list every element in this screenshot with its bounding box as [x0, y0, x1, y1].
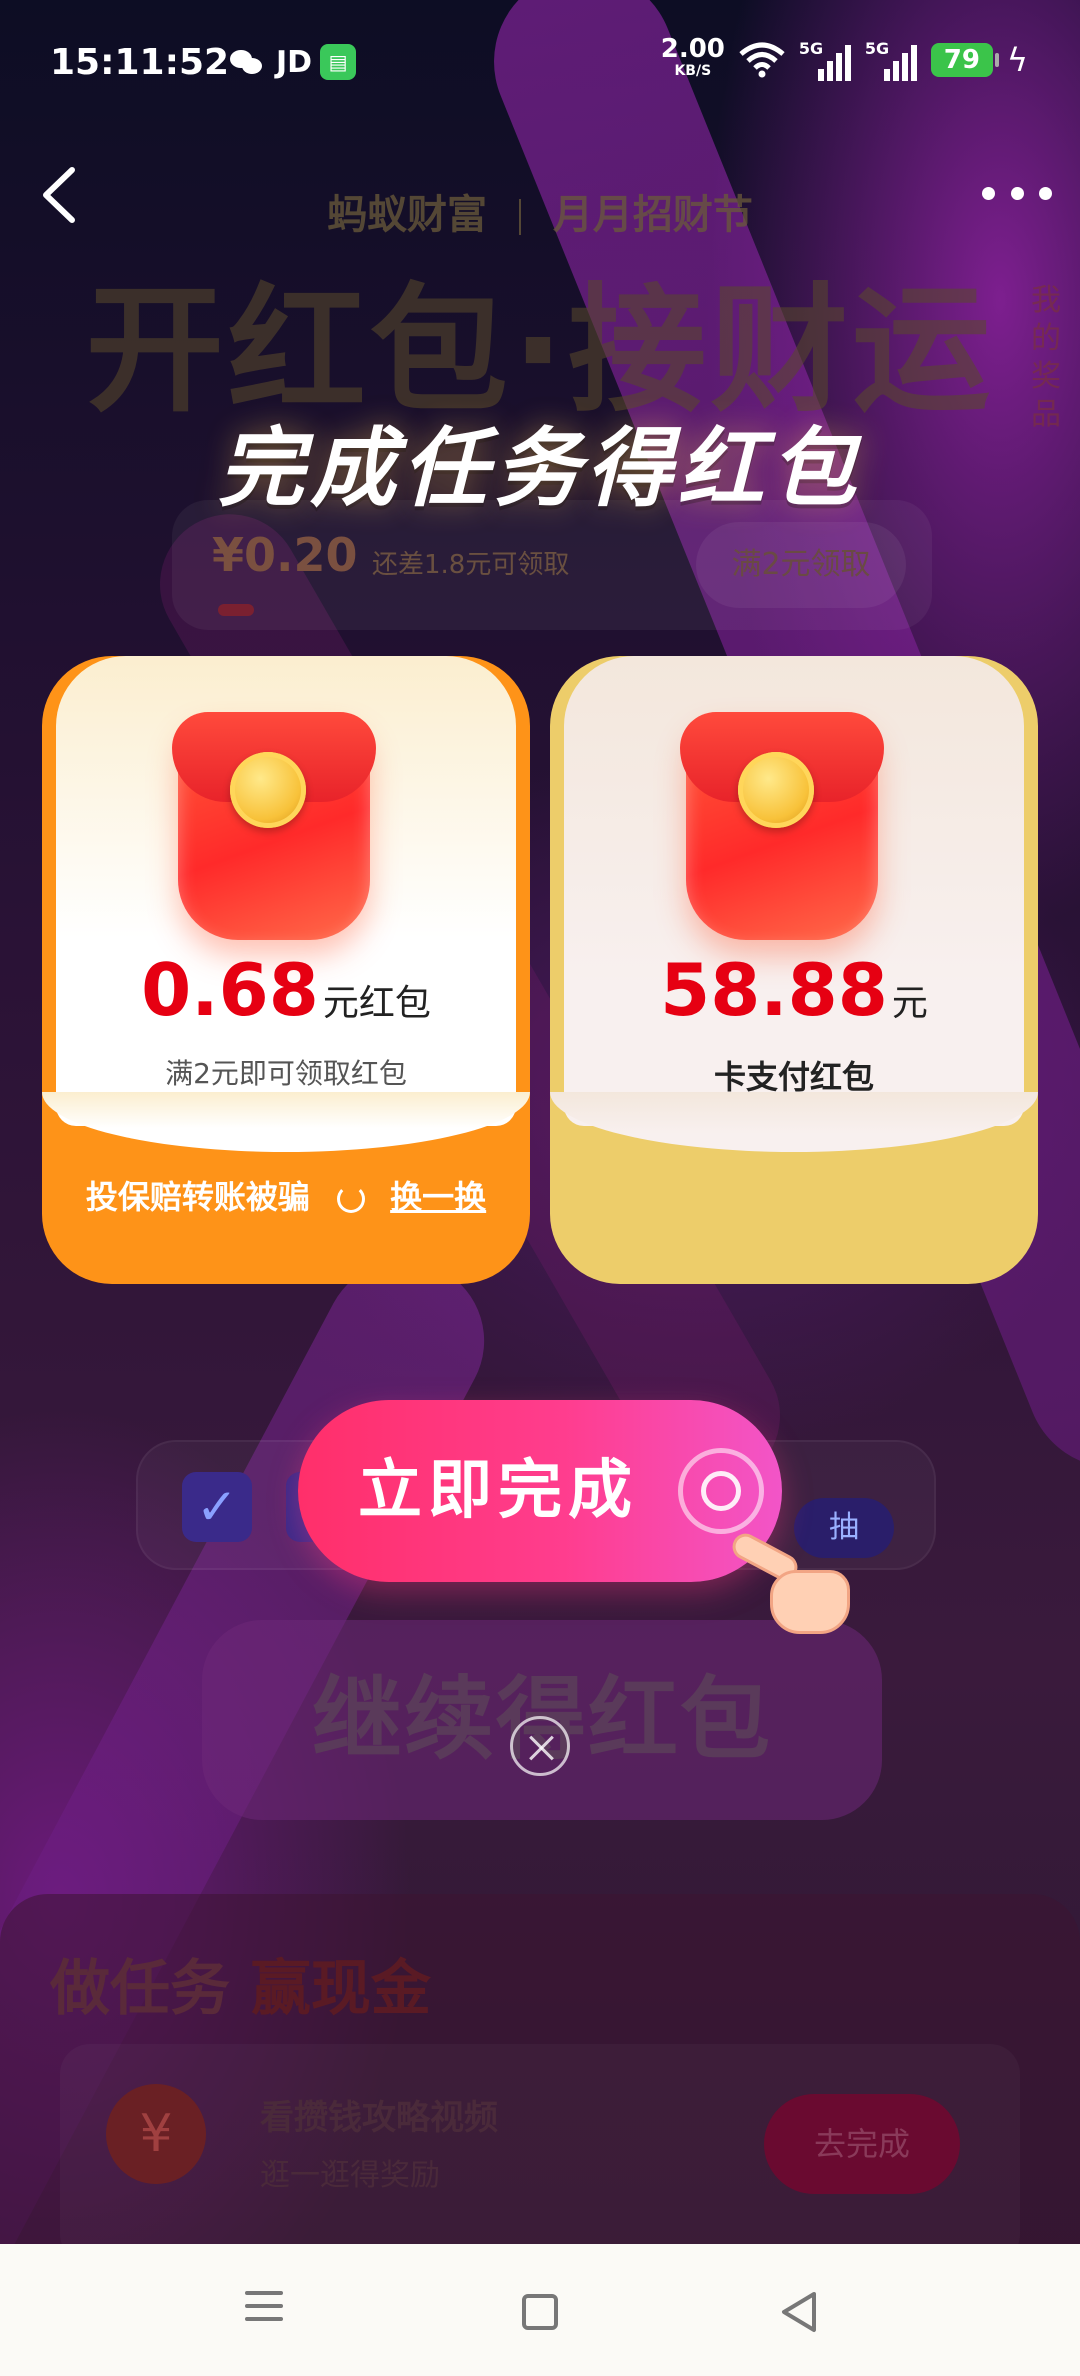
coin-icon — [738, 752, 814, 828]
home-button[interactable] — [510, 2282, 570, 2342]
wifi-icon — [739, 42, 785, 78]
reward-card-left[interactable]: 0.68 元红包 满2元即可领取红包 投保赔转账被骗 换一换 — [42, 656, 530, 1284]
close-icon[interactable] — [510, 1716, 570, 1776]
refresh-icon — [337, 1185, 365, 1213]
status-bar: 15:11:52 JD ▤ 2.00 KB/S 5G 5G 79 ϟ — [0, 0, 1080, 120]
pointing-hand-icon — [727, 1529, 860, 1646]
insurance-label: 投保赔转账被骗 — [85, 1178, 310, 1216]
coin-icon — [230, 752, 306, 828]
dot-icon — [1039, 186, 1052, 200]
brand-divider — [519, 199, 521, 235]
card-bottom-bar: 投保赔转账被骗 换一换 — [42, 1172, 530, 1218]
back-button[interactable] — [32, 160, 92, 230]
home-icon — [522, 2294, 558, 2330]
system-back-button[interactable] — [770, 2282, 830, 2342]
battery-indicator: 79 — [930, 43, 999, 77]
message-icon: ▤ — [320, 44, 357, 80]
cta-label: 立即完成 — [358, 1454, 638, 1528]
reward-type: 卡支付红包 — [713, 1058, 874, 1096]
swap-button[interactable]: 换一换 — [390, 1172, 486, 1218]
modal-title: 完成任务得红包 — [218, 419, 862, 519]
status-indicators: 2.00 KB/S 5G 5G 79 ϟ — [660, 34, 1028, 82]
signal-icon: 5G — [799, 39, 851, 81]
jd-label: JD — [276, 44, 313, 80]
progress-hint: 还差1.8元可领取 — [372, 550, 570, 580]
net-speed: 2.00 KB/S — [660, 34, 725, 79]
dot-icon — [1010, 186, 1024, 200]
reward-amount: 58.88 元 — [660, 948, 928, 1032]
reward-amount: 0.68 元红包 — [141, 948, 431, 1032]
recent-apps-button[interactable] — [234, 2282, 294, 2342]
status-time: 15:11:52 — [50, 42, 230, 83]
charging-icon: ϟ — [1006, 41, 1028, 79]
system-nav-bar — [0, 2244, 1080, 2376]
brand-name: 蚂蚁财富 — [327, 192, 488, 238]
campaign-name: 月月招财节 — [552, 192, 753, 238]
signal-icon: 5G — [865, 39, 917, 81]
complete-now-button[interactable]: 立即完成 — [298, 1400, 782, 1582]
task-item: ¥ 看攒钱攻略视频 逛一逛得奖励 去完成 — [60, 2044, 1020, 2264]
tap-ripple-icon — [678, 1448, 764, 1534]
task-item-name: 看攒钱攻略视频 — [260, 2098, 498, 2138]
task-section-title: 做任务 赢现金 — [50, 1954, 431, 2024]
task-go-button[interactable]: 去完成 — [764, 2094, 960, 2194]
red-envelope-icon — [680, 712, 884, 940]
coin-icon: ¥ — [106, 2084, 206, 2184]
check-icon: ✓ — [182, 1472, 252, 1542]
chevron-left-icon — [43, 167, 75, 223]
wechat-icon — [228, 44, 268, 80]
progress-amount: ¥0.20 — [212, 528, 358, 582]
more-options-button[interactable] — [982, 168, 1052, 218]
triangle-back-icon — [782, 2292, 816, 2332]
status-notifications: JD ▤ — [228, 44, 357, 80]
reward-card-right[interactable]: 58.88 元 卡支付红包 — [550, 656, 1038, 1284]
brand-header: 蚂蚁财富 月月招财节 — [0, 182, 1080, 240]
red-envelope-icon — [172, 712, 376, 940]
dot-icon — [982, 186, 995, 200]
task-item-sub: 逛一逛得奖励 — [260, 2158, 440, 2193]
claim-button[interactable]: 满2元领取 — [696, 522, 906, 608]
reward-condition: 满2元即可领取红包 — [165, 1057, 407, 1090]
progress-bar — [218, 604, 254, 616]
